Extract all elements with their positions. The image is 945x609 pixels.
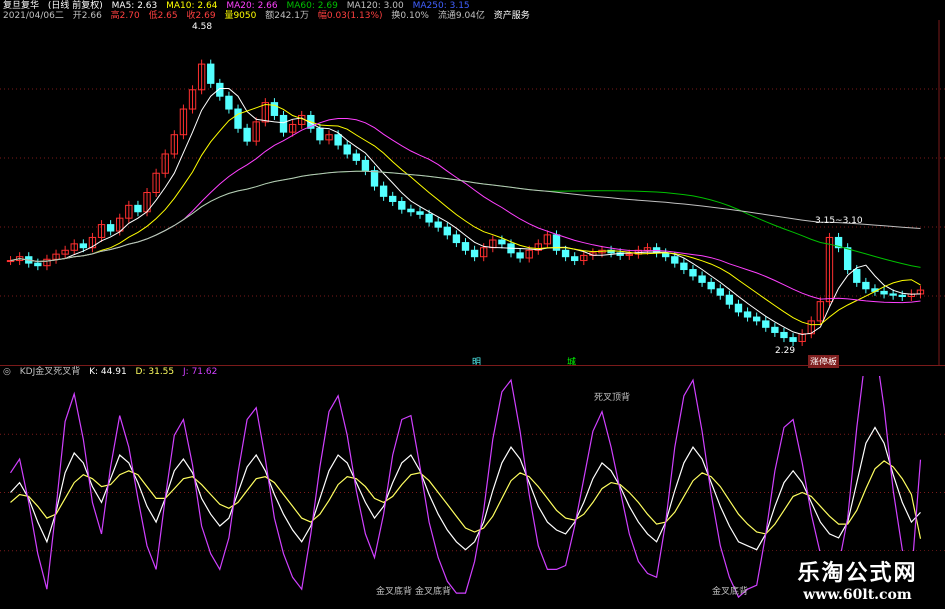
golden-cross-divergence-label-2: 金叉底背 [415, 587, 452, 597]
watermark-url: www.60lt.com [803, 587, 912, 603]
candle-body [443, 226, 451, 236]
ma250-readout: MA250: 3.15 [412, 1, 470, 11]
candle-body [889, 293, 897, 296]
ma5-readout: MA5: 2.63 [111, 1, 158, 11]
candle-body [561, 249, 570, 258]
limit-up-marker[interactable]: 涨停板 [808, 355, 840, 368]
candle-body [771, 326, 779, 333]
candle-body [725, 294, 734, 305]
candle-body [862, 281, 870, 290]
watermark: 乐淘公式网 www.60lt.com [770, 551, 945, 609]
candle-body [853, 269, 861, 283]
candle-body [389, 195, 397, 202]
candle-body [716, 288, 724, 296]
ma5-line [10, 88, 921, 336]
candle-body [398, 200, 406, 210]
panel-divider [0, 365, 945, 366]
candle-body [352, 153, 360, 161]
event-marker-b[interactable]: 城 [567, 355, 576, 368]
candle-body [79, 243, 88, 249]
ma20-readout: MA20: 2.66 [226, 1, 278, 11]
candle-body [470, 249, 479, 258]
candle-body [234, 108, 242, 129]
candle-body [734, 303, 743, 313]
low-price-label: 2.29 [775, 346, 796, 356]
kdj-k-line [10, 426, 921, 551]
candle-body [134, 204, 142, 213]
watermark-title: 乐淘公式网 [797, 561, 918, 586]
candle-body [279, 114, 288, 133]
golden-cross-divergence-label-3: 金叉底背 [712, 587, 749, 597]
candle-body [434, 221, 442, 228]
candle-body [343, 144, 351, 155]
golden-cross-divergence-label-1: 金叉底背 [376, 587, 413, 597]
event-marker-a[interactable]: 明 [472, 355, 481, 368]
stock-chart-screen: 复旦复华 (日线 前复权) MA5: 2.63 MA10: 2.64 MA20:… [0, 0, 945, 609]
candle-body [316, 127, 324, 141]
candle-body [243, 127, 251, 142]
ma60-readout: MA60: 2.69 [286, 1, 338, 11]
candle-body [207, 63, 215, 84]
candle-body [34, 262, 42, 267]
candle-body [361, 159, 370, 172]
ma10-readout: MA10: 2.64 [166, 1, 218, 11]
candle-body [461, 242, 470, 251]
candle-body [880, 290, 888, 295]
candle-body [416, 211, 424, 215]
candle-body [671, 256, 679, 264]
candle-body [452, 234, 461, 244]
candle-body [843, 247, 852, 271]
candle-body [571, 256, 579, 262]
stock-name[interactable]: 复旦复华 [3, 1, 39, 11]
candle-body [780, 331, 788, 339]
chart-mode: (日线 前复权) [47, 1, 103, 11]
candle-body [707, 281, 715, 290]
candle-body [425, 213, 433, 223]
candle-body [789, 337, 797, 342]
candle-body [698, 275, 706, 283]
candle-body [898, 294, 906, 298]
candle-body [516, 252, 524, 259]
range-price-label: 3.15~3.10 [815, 216, 863, 226]
candle-body [225, 95, 233, 110]
death-cross-divergence-label: 死叉顶背 [594, 393, 631, 403]
kdj-d-line [10, 460, 922, 539]
candle-body [334, 134, 342, 146]
candle-body [370, 170, 379, 187]
candle-body [762, 320, 770, 328]
candle-body [752, 316, 761, 322]
candle-body [379, 185, 388, 197]
candle-body [498, 239, 506, 245]
price-chart[interactable] [0, 20, 945, 365]
candle-body [689, 269, 697, 277]
candle-body [680, 262, 688, 271]
ma120-readout: MA120: 3.00 [346, 1, 404, 11]
candle-body [743, 311, 752, 318]
high-price-label: 4.58 [192, 22, 213, 32]
candle-body [407, 208, 415, 213]
candle-body [106, 224, 115, 232]
